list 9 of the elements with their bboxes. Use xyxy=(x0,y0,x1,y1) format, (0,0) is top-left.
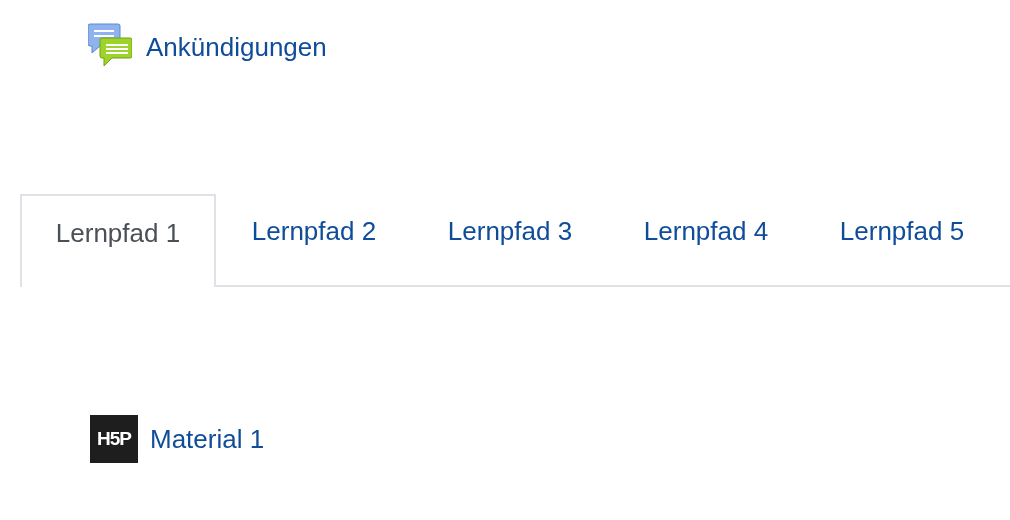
chat-bubbles-icon xyxy=(88,22,132,68)
tab[interactable]: Lernpfad 5 xyxy=(804,194,1000,285)
tab[interactable]: Lernpfad 1 xyxy=(20,194,216,287)
h5p-logo-icon: H5P xyxy=(90,415,138,463)
announcements-link[interactable]: Ankündigungen xyxy=(146,27,327,67)
tab[interactable]: Lernpfad 4 xyxy=(608,194,804,285)
tab[interactable]: Lernpfad 2 xyxy=(216,194,412,285)
activity-link[interactable]: Material 1 xyxy=(150,419,265,459)
tab[interactable]: Lernpfad 3 xyxy=(412,194,608,285)
